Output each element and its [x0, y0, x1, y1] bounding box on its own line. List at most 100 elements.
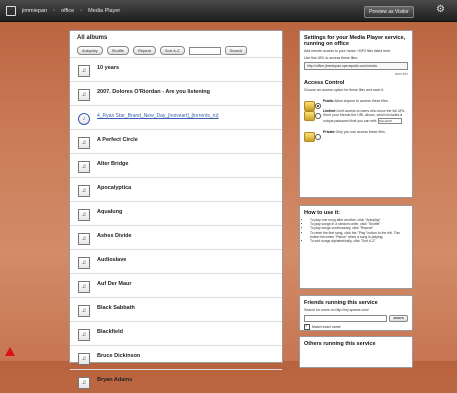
album-icon[interactable]: ♫	[78, 65, 90, 77]
album-label[interactable]: Blackfield	[97, 329, 123, 335]
settings-panel: Settings for your Media Player service, …	[299, 30, 413, 198]
album-label[interactable]: 2007. Dolores O'Riordan - Are you listen…	[97, 89, 210, 95]
preview-as-visitor-button[interactable]: Preview as Visitor	[364, 6, 414, 18]
top-bar: jimmiepan › office › Media Player Previe…	[0, 0, 457, 22]
warning-icon	[5, 347, 15, 356]
album-label[interactable]: Aqualung	[97, 209, 122, 215]
url-hint: Use this URL to access these files:	[304, 55, 358, 60]
friends-search-hint: Search for users on http://my.spanar.com…	[304, 308, 369, 312]
album-icon[interactable]: ♫	[78, 89, 90, 101]
access-option-private[interactable]: Private Only you can access these files.	[304, 129, 408, 142]
album-icon[interactable]: ♫	[78, 161, 90, 173]
album-label[interactable]: Auf Der Maur	[97, 281, 132, 287]
album-label[interactable]: 4_Ryan Star_Brand_New_Day_[noiveart]_[to…	[97, 113, 218, 119]
friends-search-row: search	[304, 314, 408, 322]
album-row[interactable]: ♫ Ashes Divide	[70, 225, 282, 249]
password-field[interactable]: 5ebo4iA5	[378, 117, 403, 124]
url-more-info-link[interactable]: more info	[304, 72, 408, 76]
album-row[interactable]: ♫ Blackfield	[70, 321, 282, 345]
how-to-panel: How to use it: To play one song after an…	[299, 205, 413, 289]
album-icon[interactable]: ♫	[78, 281, 90, 293]
album-icon[interactable]: ♫	[78, 257, 90, 269]
breadcrumb-separator: ›	[53, 7, 56, 14]
limited-radio[interactable]	[315, 112, 321, 119]
album-search-input[interactable]	[188, 46, 221, 55]
album-row[interactable]: ♫ Aqualung	[70, 201, 282, 225]
album-label[interactable]: Apocalyptica	[97, 185, 131, 191]
limited-option-name: Limited	[323, 108, 336, 113]
tip-item: To rebel the first song, click the "Play…	[310, 231, 408, 239]
album-icon[interactable]: ♫	[78, 233, 90, 245]
access-option-limited[interactable]: Limited Limit access to users who know t…	[304, 109, 408, 124]
settings-intro: Add remote access to your music / MP3 fi…	[304, 49, 392, 53]
lock-icon	[304, 110, 315, 121]
private-radio[interactable]	[315, 133, 321, 140]
album-label[interactable]: 10 years	[97, 65, 119, 71]
public-option-text: Allow anyone to access these files.	[334, 98, 389, 103]
album-label[interactable]: Alter Bridge	[97, 161, 128, 167]
album-row[interactable]: ♫ Alter Bridge	[70, 153, 282, 177]
match-exact-name-option[interactable]: Match exact name	[304, 323, 408, 330]
album-icon[interactable]: ♫	[78, 137, 90, 149]
album-label[interactable]: Black Sabbath	[97, 305, 135, 311]
settings-gear-icon[interactable]: ⚙	[436, 5, 445, 15]
album-label[interactable]: Ashes Divide	[97, 233, 132, 239]
public-radio[interactable]	[315, 102, 321, 109]
album-search-button[interactable]: Search	[224, 46, 248, 55]
breadcrumb-user[interactable]: jimmiepan	[22, 8, 47, 14]
album-icon[interactable]: ♫	[78, 329, 90, 341]
private-option-name: Private	[323, 129, 335, 134]
repeat-button[interactable]: Repeat	[132, 46, 156, 55]
how-to-list: To play one song after another, click "A…	[310, 218, 408, 243]
album-label[interactable]: Bryan Adams	[97, 377, 132, 383]
album-list: ♫ 10 years ♫ 2007. Dolores O'Riordan - Are …	[70, 57, 282, 393]
service-url-field[interactable]: http://office.jimmiepan.spenapolis.com/m…	[304, 62, 408, 70]
audio-file-icon[interactable]: ♪	[78, 113, 90, 125]
access-control-text: Choose an access option for these files …	[304, 88, 384, 92]
album-row[interactable]: ♫ Bryan Adams	[70, 369, 282, 393]
closed-lock-icon	[304, 131, 315, 142]
shuffle-button[interactable]: Shuffle	[106, 46, 129, 55]
others-panel: Others running this service	[299, 336, 413, 368]
album-label[interactable]: Audioslave	[97, 257, 126, 263]
player-toolbar: Autoplay Shuffle Repeat Sort A-Z Search	[77, 46, 248, 55]
how-to-title: How to use it:	[304, 210, 341, 216]
album-row[interactable]: ♫ 10 years	[70, 57, 282, 81]
friends-search-button[interactable]: search	[389, 314, 408, 322]
friends-panel: Friends running this service Search for …	[299, 295, 413, 331]
album-row[interactable]: ♫ Audioslave	[70, 249, 282, 273]
access-option-public[interactable]: Public Allow anyone to access these file…	[304, 98, 408, 111]
album-label[interactable]: A Perfect Circle	[97, 137, 138, 143]
album-icon[interactable]: ♫	[78, 377, 90, 389]
breadcrumb-separator: ›	[80, 7, 83, 14]
friends-search-input[interactable]	[304, 314, 388, 322]
album-icon[interactable]: ♫	[78, 185, 90, 197]
album-label[interactable]: Bruce Dickinson	[97, 353, 140, 359]
albums-panel: All albums Autoplay Shuffle Repeat Sort …	[69, 30, 283, 389]
private-option-text: Only you can access these files.	[335, 129, 386, 134]
tip-item: To sort songs alphabetically, click "Sor…	[310, 239, 408, 243]
access-control-title: Access Control	[304, 80, 345, 86]
album-row[interactable]: ♫ Apocalyptica	[70, 177, 282, 201]
others-title: Others running this service	[304, 341, 376, 347]
albums-heading: All albums	[77, 35, 108, 41]
autoplay-button[interactable]: Autoplay	[77, 46, 103, 55]
match-exact-name-checkbox[interactable]	[304, 323, 310, 330]
album-icon[interactable]: ♫	[78, 305, 90, 317]
album-row[interactable]: ♫ Auf Der Maur	[70, 273, 282, 297]
album-row[interactable]: ♫ Bruce Dickinson	[70, 345, 282, 369]
album-row[interactable]: ♪ 4_Ryan Star_Brand_New_Day_[noiveart]_[t…	[70, 105, 282, 129]
public-option-name: Public	[323, 98, 334, 103]
match-exact-name-label: Match exact name	[312, 324, 341, 329]
settings-title: Settings for your Media Player service, …	[304, 35, 406, 47]
album-row[interactable]: ♫ Black Sabbath	[70, 297, 282, 321]
album-row[interactable]: ♫ 2007. Dolores O'Riordan - Are you liste…	[70, 81, 282, 105]
album-row[interactable]: ♫ A Perfect Circle	[70, 129, 282, 153]
home-icon[interactable]	[6, 5, 16, 16]
album-icon[interactable]: ♫	[78, 209, 90, 221]
friends-title: Friends running this service	[304, 300, 378, 306]
breadcrumb-computer[interactable]: office	[61, 8, 74, 14]
sort-button[interactable]: Sort A-Z	[159, 46, 185, 55]
breadcrumb-service[interactable]: Media Player	[88, 8, 120, 14]
album-icon[interactable]: ♫	[78, 353, 90, 365]
